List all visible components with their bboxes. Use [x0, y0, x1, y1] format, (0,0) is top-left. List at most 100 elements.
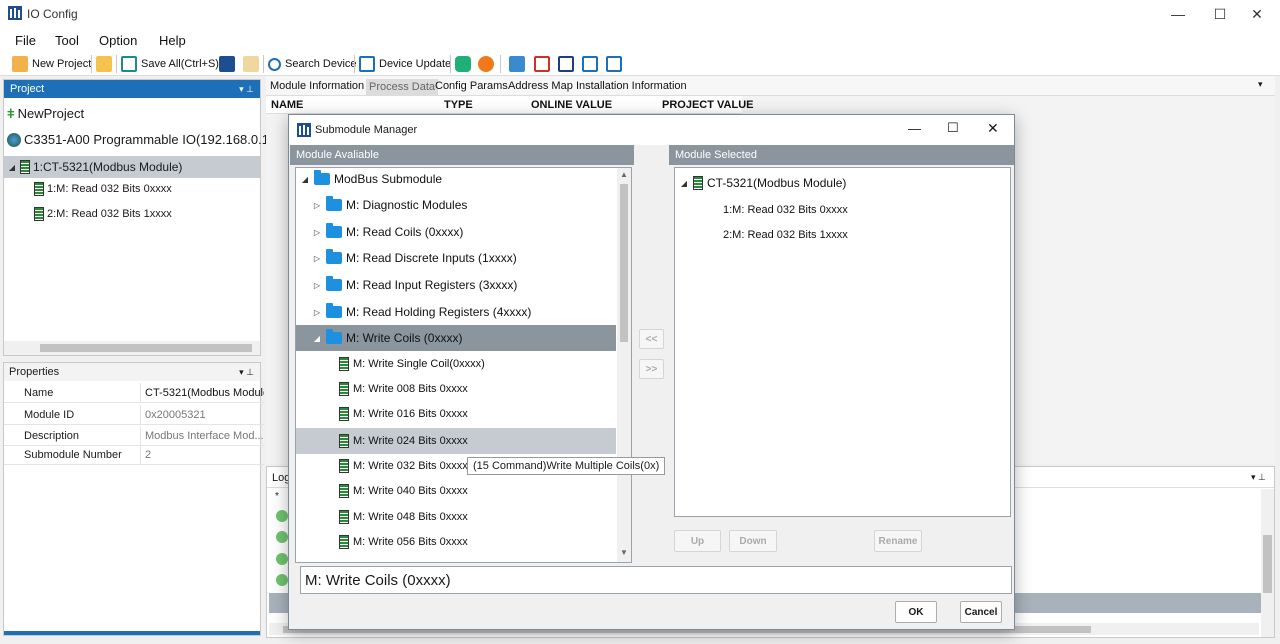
tree-leaf-node[interactable]: M: Write 016 Bits 0xxxx — [339, 407, 468, 421]
tree-leaf-label: M: Write Single Coil(0xxxx) — [353, 358, 485, 370]
dialog-minimize-button[interactable]: — — [908, 121, 921, 136]
save-all-button[interactable]: Save All(Ctrl+S) — [121, 54, 219, 74]
dialog-close-button[interactable]: ✕ — [987, 120, 999, 137]
property-row[interactable]: Name CT-5321(Modbus Module) — [4, 383, 264, 403]
tree-group-node[interactable]: ▷ M: Read Discrete Inputs (1xxxx) — [312, 249, 517, 265]
device-node[interactable]: C3351-A00 Programmable IO(192.168.0.15) — [7, 132, 281, 147]
tab-address-map[interactable]: Address Map — [508, 80, 573, 92]
rename-button[interactable]: Rename — [874, 530, 922, 552]
submodule-node[interactable]: 2:M: Read 032 Bits 1xxxx — [34, 207, 172, 221]
column-project-value[interactable]: PROJECT VALUE — [662, 99, 753, 111]
tree-leaf-node[interactable]: M: Write 032 Bits 0xxxx — [339, 459, 468, 473]
column-online-value[interactable]: ONLINE VALUE — [531, 99, 612, 111]
status-ok-icon — [276, 574, 288, 586]
pin-icon[interactable]: ▾ ⊥ — [1251, 472, 1266, 483]
pin-icon[interactable]: ▾ ⊥ — [239, 363, 254, 381]
expand-arrow-icon[interactable]: ◢ — [679, 179, 689, 188]
new-project-button[interactable]: New Project — [12, 54, 91, 74]
submodule-manager-dialog: Submodule Manager — ☐ ✕ Module Avaliable… — [288, 114, 1015, 630]
move-right-button[interactable]: >> — [639, 359, 664, 379]
tab-config-params[interactable]: Config Params — [435, 80, 508, 92]
expand-arrow-icon[interactable]: ◢ — [300, 175, 310, 184]
property-value: 2 — [140, 445, 264, 465]
scrollbar-thumb[interactable] — [1263, 535, 1272, 593]
scroll-down-icon[interactable]: ▼ — [620, 548, 628, 557]
log-vscrollbar[interactable] — [1261, 489, 1274, 637]
expand-arrow-icon[interactable]: ◢ — [7, 163, 17, 172]
project-root[interactable]: ǂ NewProject — [7, 106, 84, 121]
tab-menu-icon[interactable]: ▾ — [1258, 79, 1263, 90]
add-button[interactable] — [582, 54, 598, 74]
collapse-arrow-icon[interactable]: ▷ — [312, 281, 322, 290]
ok-button[interactable]: OK — [895, 601, 937, 623]
tree-leaf-node-highlighted[interactable]: M: Write 024 Bits 0xxxx — [296, 428, 616, 454]
collapse-arrow-icon[interactable]: ▷ — [312, 308, 322, 317]
export-button[interactable] — [219, 54, 235, 74]
settings-button[interactable] — [243, 54, 259, 74]
collapse-arrow-icon[interactable]: ▷ — [312, 228, 322, 237]
property-value[interactable]: CT-5321(Modbus Module) — [140, 383, 264, 403]
submodule-node[interactable]: 1:M: Read 032 Bits 0xxxx — [34, 182, 172, 196]
expand-arrow-icon[interactable]: ◢ — [312, 334, 322, 343]
module-node-selected[interactable]: ◢ 1:CT-5321(Modbus Module) — [4, 156, 260, 178]
tree-group-node[interactable]: ▷ M: Diagnostic Modules — [312, 196, 467, 212]
scrollbar-thumb[interactable] — [40, 344, 252, 352]
tree-root-label: ModBus Submodule — [334, 172, 443, 186]
tab-module-information[interactable]: Module Information — [270, 80, 364, 92]
edit-icon — [558, 56, 574, 72]
tree-group-node[interactable]: ▷ M: Read Coils (0xxxx) — [312, 223, 463, 239]
project-hscrollbar[interactable] — [4, 341, 260, 355]
delete-button[interactable] — [534, 54, 550, 74]
menu-option[interactable]: Option — [99, 33, 137, 48]
scroll-up-icon[interactable]: ▲ — [620, 170, 628, 179]
property-row[interactable]: Module ID 0x20005321 — [4, 405, 264, 425]
close-button[interactable]: ✕ — [1234, 0, 1280, 28]
property-row[interactable]: Submodule Number 2 — [4, 445, 264, 465]
tree-group-node[interactable]: ▷ M: Read Holding Registers (4xxxx) — [312, 303, 531, 319]
tree-leaf-node[interactable]: M: Write 008 Bits 0xxxx — [339, 382, 468, 396]
tree-group-node[interactable]: ▷ M: Read Input Registers (3xxxx) — [312, 276, 517, 292]
window-title: IO Config — [27, 7, 78, 21]
available-vscrollbar[interactable]: ▲ ▼ — [617, 168, 631, 562]
dialog-maximize-button[interactable]: ☐ — [947, 120, 959, 136]
search-device-button[interactable]: Search Device — [268, 54, 357, 74]
selected-root-node[interactable]: ◢ CT-5321(Modbus Module) — [679, 176, 846, 190]
edit-button[interactable] — [558, 54, 574, 74]
menu-help[interactable]: Help — [159, 33, 186, 48]
online-icon — [455, 56, 471, 72]
tree-leaf-node[interactable]: M: Write 056 Bits 0xxxx — [339, 535, 468, 549]
column-type[interactable]: TYPE — [444, 99, 473, 111]
up-button[interactable]: Up — [674, 530, 721, 552]
tree-leaf-node[interactable]: M: Write 048 Bits 0xxxx — [339, 510, 468, 524]
open-button[interactable] — [96, 54, 112, 74]
down-button[interactable]: Down — [729, 530, 777, 552]
property-row[interactable]: Description Modbus Interface Mod... — [4, 426, 264, 446]
module-button[interactable] — [509, 54, 525, 74]
online-button[interactable] — [455, 54, 471, 74]
tree-root-node[interactable]: ◢ ModBus Submodule — [300, 170, 443, 186]
cancel-button[interactable]: Cancel — [960, 601, 1002, 623]
selected-leaf-node[interactable]: 1:M: Read 032 Bits 0xxxx — [723, 204, 848, 216]
tree-leaf-node[interactable]: M: Write 040 Bits 0xxxx — [339, 484, 468, 498]
tree-group-node-selected[interactable]: ◢ M: Write Coils (0xxxx) — [296, 325, 616, 351]
exit-button[interactable] — [606, 54, 622, 74]
collapse-arrow-icon[interactable]: ▷ — [312, 254, 322, 263]
submodule-icon — [339, 510, 349, 524]
stop-button[interactable] — [478, 54, 494, 74]
menu-tool[interactable]: Tool — [55, 33, 79, 48]
scrollbar-thumb[interactable] — [620, 184, 628, 342]
tree-leaf-node[interactable]: M: Write Single Coil(0xxxx) — [339, 357, 485, 371]
pin-icon[interactable]: ▾ ⊥ — [239, 80, 254, 98]
globe-icon — [7, 132, 21, 147]
tab-installation-information[interactable]: Installation Information — [576, 80, 687, 92]
device-update-button[interactable]: Device Update — [359, 54, 451, 74]
selected-leaf-node[interactable]: 2:M: Read 032 Bits 1xxxx — [723, 229, 848, 241]
minimize-button[interactable]: — — [1155, 0, 1201, 28]
move-left-button[interactable]: << — [639, 329, 664, 349]
description-field[interactable]: M: Write Coils (0xxxx) — [300, 566, 1012, 594]
collapse-arrow-icon[interactable]: ▷ — [312, 201, 322, 210]
submodule-icon — [339, 382, 349, 396]
tab-process-data[interactable]: Process Data — [366, 79, 439, 95]
column-name[interactable]: NAME — [271, 99, 303, 111]
menu-file[interactable]: File — [15, 33, 36, 48]
